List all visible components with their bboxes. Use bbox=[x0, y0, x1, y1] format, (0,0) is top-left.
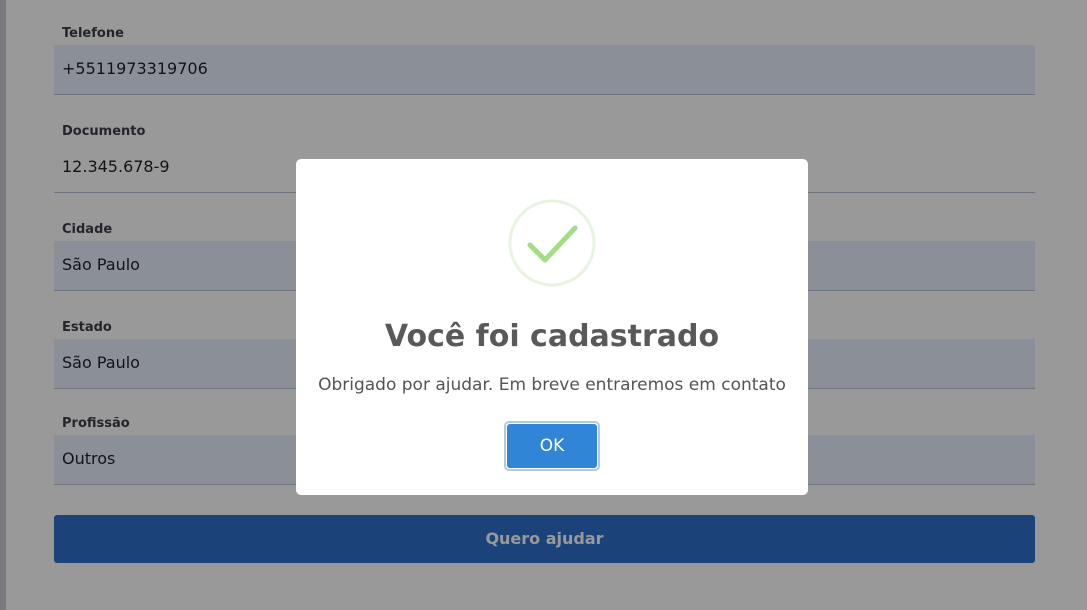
dialog-message: Obrigado por ajudar. Em breve entraremos… bbox=[318, 375, 786, 395]
success-dialog: Você foi cadastrado Obrigado por ajudar.… bbox=[296, 159, 808, 495]
ok-button[interactable]: OK bbox=[504, 421, 600, 471]
ok-button-label: OK bbox=[507, 424, 597, 468]
success-check-icon bbox=[508, 199, 596, 287]
dialog-title: Você foi cadastrado bbox=[384, 319, 720, 354]
